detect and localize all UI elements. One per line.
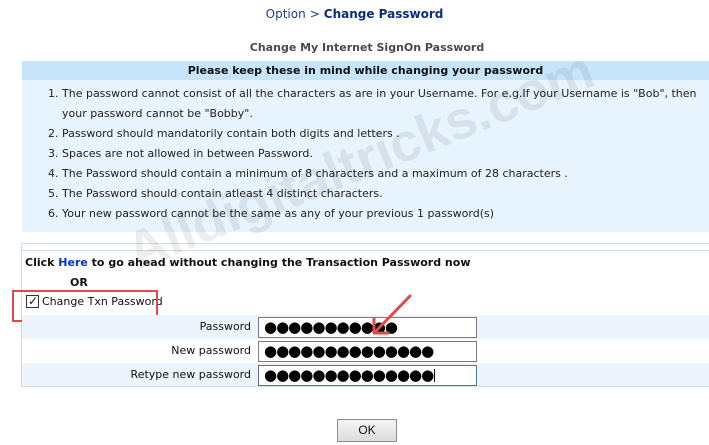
retype-password-row: Retype new password ●●●●●●●●●●●●●● [22,363,709,387]
new-password-label: New password [171,344,251,357]
divider [22,250,709,251]
rules-header: Please keep these in mind while changing… [22,61,709,80]
new-password-row: New password ●●●●●●●●●●●●●● [22,339,709,363]
breadcrumb-current: Change Password [323,7,444,21]
form-bottom-border [22,386,709,387]
rule-item: 2. Password should mandatorily contain bo… [48,127,400,140]
red-arrow-icon [372,294,412,335]
retype-password-input[interactable]: ●●●●●●●●●●●●●● [258,365,477,386]
divider [22,243,709,244]
rule-item: 1. The password cannot consist of all the… [48,87,697,120]
skip-instruction: Click Here to go ahead without changing … [25,256,471,269]
breadcrumb-option-link[interactable]: Option [266,7,306,21]
page-title: Change My Internet SignOn Password [249,41,485,54]
new-password-input[interactable]: ●●●●●●●●●●●●●● [258,341,477,362]
here-link[interactable]: Here [58,256,88,269]
password-rules-panel: Please keep these in mind while changing… [22,61,709,232]
password-label: Password [199,320,251,333]
rule-item: 6. Your new password cannot be the same a… [48,207,495,220]
breadcrumb-separator: > [309,7,320,21]
text-caret [434,369,436,382]
rule-item: 3. Spaces are not allowed in between Pass… [48,147,313,160]
ok-button[interactable]: OK [337,419,397,442]
breadcrumb: Option > Change Password [0,7,709,21]
rules-list: 1. The password cannot consist of all the… [22,80,709,224]
rule-item: 5. The Password should contain atleast 4 … [48,187,383,200]
rule-item: 4. The Password should contain a minimum … [48,167,568,180]
retype-password-label: Retype new password [130,368,251,381]
or-label: OR [70,276,88,289]
